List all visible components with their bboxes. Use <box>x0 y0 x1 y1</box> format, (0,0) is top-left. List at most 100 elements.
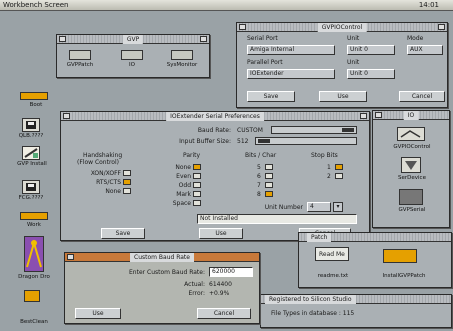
gvp-drawer-window[interactable]: GVP GVPPatch IO SysMonitor <box>56 34 210 78</box>
bits-6-checkbox[interactable] <box>265 173 273 179</box>
mode-cycle[interactable]: AUX <box>407 45 443 55</box>
gvpiocontrol-icon[interactable] <box>397 127 425 141</box>
serial-prefs-titlebar[interactable]: IOExtender Serial Preferences <box>61 112 369 121</box>
depth-gadget-icon[interactable] <box>200 36 207 42</box>
parity-space-label: Space <box>172 200 191 207</box>
unit-label: Unit <box>347 35 360 42</box>
bits-8-checkbox[interactable] <box>265 191 273 197</box>
use-button[interactable]: Use <box>319 91 367 102</box>
unit-cycle[interactable]: Unit 0 <box>347 45 395 55</box>
parallel-unit-label: Unit <box>347 59 360 66</box>
save-button[interactable]: Save <box>247 91 295 102</box>
bestclean-icon[interactable] <box>24 290 40 302</box>
status-window-title: Registered to Silicon Studio <box>265 295 356 304</box>
parity-odd-checkbox[interactable] <box>193 182 201 188</box>
handshake-none-checkbox[interactable] <box>123 188 131 194</box>
baud-rate-slider[interactable] <box>271 126 357 134</box>
installer-icon-gvp[interactable] <box>22 146 40 160</box>
stop-2-checkbox[interactable] <box>335 173 343 179</box>
io-drawer-icon[interactable] <box>121 50 143 60</box>
icon-label-installgvppatch: InstallGVPPatch <box>382 273 426 279</box>
serial-port-label: Serial Port <box>247 35 278 42</box>
parity-space-checkbox[interactable] <box>193 200 201 206</box>
custom-baud-dialog[interactable]: Custom Baud Rate Enter Custom Baud Rate:… <box>64 252 260 324</box>
bits-5-label: 5 <box>257 164 261 171</box>
baud-rate-slider-knob[interactable] <box>342 128 354 132</box>
io-drawer-window[interactable]: IO GVPIOControl SerDevice GVPSerial <box>372 110 450 228</box>
installgvppatch-icon[interactable] <box>383 249 417 263</box>
parity-even-checkbox[interactable] <box>193 173 201 179</box>
icon-label-sysmonitor: SysMonitor <box>166 62 198 68</box>
stop-2-label: 2 <box>327 173 331 180</box>
custom-baud-titlebar[interactable]: Custom Baud Rate <box>65 253 259 262</box>
readme-icon[interactable]: Read Me <box>315 247 349 261</box>
icon-label-dragon-drop: Dragon Dro <box>18 274 50 280</box>
save-button[interactable]: Save <box>101 228 145 239</box>
parallel-unit-cycle[interactable]: Unit 0 <box>347 69 395 79</box>
patch-window[interactable]: Patch Read Me readme.txt InstallGVPPatch <box>298 232 452 288</box>
enter-baud-input[interactable]: 620000 <box>209 267 253 277</box>
stop-1-checkbox[interactable] <box>335 164 343 170</box>
custom-baud-title: Custom Baud Rate <box>130 253 194 262</box>
bits-5-checkbox[interactable] <box>265 164 273 170</box>
flow-control-label: (Flow Control) <box>77 159 119 166</box>
depth-gadget-icon[interactable] <box>360 113 367 119</box>
close-gadget-icon[interactable] <box>59 36 66 42</box>
disk-icon-fcg[interactable] <box>22 180 40 194</box>
gvpio-control-titlebar[interactable]: GVPIOControl <box>237 23 447 32</box>
status-window[interactable]: Registered to Silicon Studio File Types … <box>260 294 452 328</box>
clock: 14:01 <box>418 1 439 9</box>
use-button[interactable]: Use <box>199 228 243 239</box>
gvpio-control-window[interactable]: GVPIOControl Serial Port Amiga Internal … <box>236 22 448 108</box>
bits-7-checkbox[interactable] <box>265 182 273 188</box>
serial-port-cycle[interactable]: Amiga Internal <box>247 45 335 55</box>
serdevice-icon[interactable] <box>401 157 421 173</box>
parity-label: Parity <box>183 152 201 159</box>
stop-bits-label: Stop Bits <box>311 152 338 159</box>
parity-none-checkbox[interactable] <box>193 164 201 170</box>
gvppatch-icon[interactable] <box>69 50 91 60</box>
handshake-xonxoff-checkbox[interactable] <box>123 170 131 176</box>
close-gadget-icon[interactable] <box>63 113 70 119</box>
status-field: Not Installed <box>197 214 357 224</box>
parity-mark-checkbox[interactable] <box>193 191 201 197</box>
actual-label: Actual: <box>184 281 205 288</box>
close-gadget-icon[interactable] <box>239 24 246 30</box>
buffer-size-slider[interactable] <box>255 137 357 145</box>
bits-8-label: 8 <box>257 191 261 198</box>
serial-prefs-title: IOExtender Serial Preferences <box>166 112 264 121</box>
sysmonitor-icon[interactable] <box>171 50 193 60</box>
buffer-size-label: Input Buffer Size: <box>179 138 231 145</box>
gvp-drawer-titlebar[interactable]: GVP <box>57 35 209 44</box>
status-titlebar[interactable]: Registered to Silicon Studio <box>261 295 451 304</box>
unit-number-arrow-icon[interactable]: ▾ <box>333 202 343 212</box>
actual-value: 614400 <box>209 281 232 288</box>
close-gadget-icon[interactable] <box>375 112 382 118</box>
serial-prefs-window[interactable]: IOExtender Serial Preferences Baud Rate:… <box>60 111 370 241</box>
icon-label-boot: Boot <box>29 102 43 108</box>
unit-number-cycle[interactable]: 4 <box>307 202 331 212</box>
buffer-size-slider-knob[interactable] <box>258 139 270 143</box>
parallel-port-cycle[interactable]: IOExtender <box>247 69 335 79</box>
icon-label-gvp-install: GVP Install <box>17 161 47 167</box>
io-drawer-title: IO <box>403 111 419 120</box>
drive-icon-boot[interactable] <box>20 92 48 100</box>
dragon-drop-icon[interactable] <box>24 236 44 272</box>
error-value: +0.9% <box>209 290 230 297</box>
cancel-button[interactable]: Cancel <box>197 308 251 319</box>
close-gadget-icon[interactable] <box>67 254 74 260</box>
handshake-rtscts-label: RTS/CTS <box>96 179 121 186</box>
stop-1-label: 1 <box>327 164 331 171</box>
use-button[interactable]: Use <box>75 308 121 319</box>
cancel-button[interactable]: Cancel <box>399 91 445 102</box>
buffer-size-value: 512 <box>237 138 249 145</box>
gvpserial-icon[interactable] <box>399 189 423 205</box>
gvp-drawer-title: GVP <box>122 35 144 44</box>
io-drawer-titlebar[interactable]: IO <box>373 111 449 120</box>
disk-icon-qlb[interactable] <box>22 118 40 132</box>
depth-gadget-icon[interactable] <box>438 24 445 30</box>
drive-icon-work[interactable] <box>20 212 48 220</box>
handshake-rtscts-checkbox[interactable] <box>123 179 131 185</box>
patch-titlebar[interactable]: Patch <box>299 233 451 242</box>
screen-title-bar[interactable]: Workbench Screen 14:01 <box>0 0 453 11</box>
